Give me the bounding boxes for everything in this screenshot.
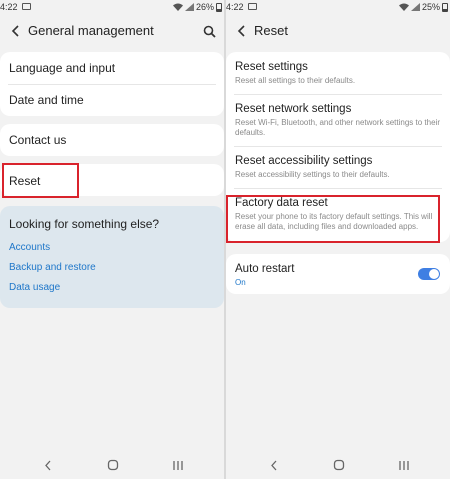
- page-title: Reset: [254, 23, 288, 38]
- reset-screen: 4:22 25% Reset Reset settings Reset all …: [226, 0, 450, 479]
- nav-recents-icon: [173, 460, 183, 470]
- nav-home-button[interactable]: [105, 457, 121, 473]
- page-title: General management: [28, 23, 154, 38]
- battery-icon: [216, 2, 222, 12]
- general-management-screen: 4:22 26% General management Language and…: [0, 0, 224, 479]
- nav-home-button[interactable]: [331, 457, 347, 473]
- item-description: Reset Wi-Fi, Bluetooth, and other networ…: [235, 118, 440, 137]
- item-label: Contact us: [9, 133, 67, 147]
- settings-card: Language and input Date and time: [0, 52, 224, 116]
- gallery-notification-icon: [248, 3, 257, 10]
- auto-restart-card: Auto restart On: [226, 254, 450, 294]
- item-label: Language and input: [9, 61, 116, 75]
- highlight-box: [226, 195, 440, 243]
- status-bar: 4:22 25%: [226, 0, 450, 16]
- auto-restart-state: On: [235, 278, 246, 287]
- wifi-icon: [172, 3, 183, 11]
- app-bar: Reset: [226, 16, 450, 46]
- nav-recents-button[interactable]: [396, 457, 412, 473]
- accounts-link[interactable]: Accounts: [9, 242, 50, 253]
- nav-back-icon: [271, 460, 277, 470]
- search-button[interactable]: [199, 21, 219, 41]
- gallery-notification-icon: [22, 3, 31, 10]
- app-bar: General management: [0, 16, 224, 46]
- wifi-icon: [398, 3, 409, 11]
- reset-settings-item[interactable]: Reset settings Reset all settings to the…: [226, 52, 450, 94]
- contact-us-item[interactable]: Contact us: [0, 124, 224, 156]
- nav-back-button[interactable]: [40, 457, 56, 473]
- nav-back-button[interactable]: [266, 457, 282, 473]
- nav-home-icon: [107, 459, 119, 471]
- chevron-left-icon: [237, 25, 245, 37]
- nav-home-icon: [333, 459, 345, 471]
- auto-restart-toggle[interactable]: [418, 268, 440, 280]
- navigation-bar: [0, 451, 224, 479]
- signal-icon: [410, 3, 420, 11]
- nav-recents-icon: [399, 460, 409, 470]
- battery-percent: 25%: [421, 2, 440, 12]
- language-and-input-item[interactable]: Language and input: [0, 52, 224, 84]
- toggle-knob: [429, 269, 439, 279]
- back-button[interactable]: [6, 21, 26, 41]
- related-links-card: Looking for something else? Accounts Bac…: [0, 206, 224, 308]
- date-and-time-item[interactable]: Date and time: [0, 84, 224, 116]
- item-title: Auto restart: [235, 263, 295, 275]
- status-bar: 4:22 26%: [0, 0, 224, 16]
- battery-percent: 26%: [195, 2, 214, 12]
- back-button[interactable]: [232, 21, 252, 41]
- nav-recents-button[interactable]: [170, 457, 186, 473]
- status-time: 4:22: [0, 2, 18, 12]
- settings-card: Contact us: [0, 124, 224, 156]
- data-usage-link[interactable]: Data usage: [9, 282, 60, 293]
- reset-accessibility-settings-item[interactable]: Reset accessibility settings Reset acces…: [226, 146, 450, 188]
- auto-restart-item[interactable]: Auto restart On: [226, 254, 450, 294]
- item-description: Reset all settings to their defaults.: [235, 76, 356, 85]
- related-links-title: Looking for something else?: [9, 217, 160, 231]
- highlight-box: [2, 163, 79, 198]
- signal-icon: [184, 3, 194, 11]
- item-description: Reset accessibility settings to their de…: [235, 170, 390, 179]
- chevron-left-icon: [11, 25, 19, 37]
- reset-network-settings-item[interactable]: Reset network settings Reset Wi-Fi, Blue…: [226, 94, 450, 146]
- item-label: Date and time: [9, 93, 84, 107]
- nav-back-icon: [45, 460, 51, 470]
- backup-and-restore-link[interactable]: Backup and restore: [9, 262, 96, 273]
- battery-icon: [442, 2, 448, 12]
- item-title: Reset network settings: [235, 103, 352, 115]
- item-title: Reset settings: [235, 61, 308, 73]
- status-time: 4:22: [226, 2, 244, 12]
- search-icon: [203, 25, 216, 38]
- item-title: Reset accessibility settings: [235, 155, 373, 167]
- navigation-bar: [226, 451, 450, 479]
